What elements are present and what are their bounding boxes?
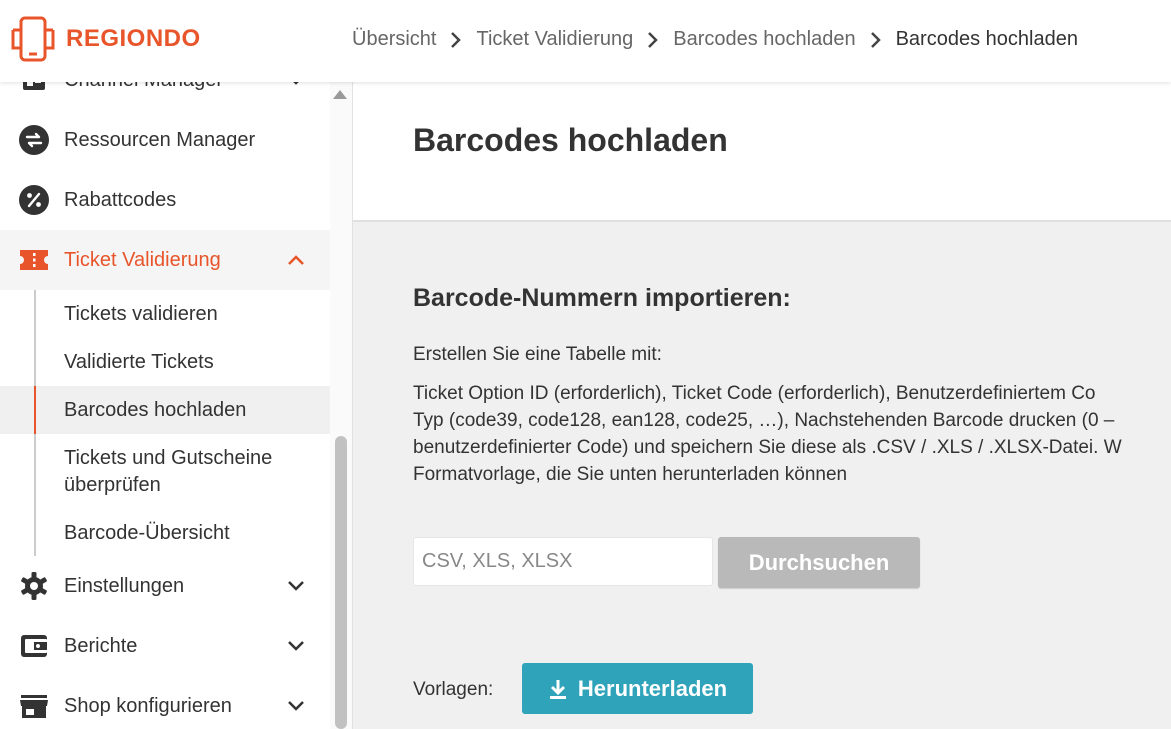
top-header: REGIONDO Übersicht Ticket Validierung Ba… [0,0,1171,82]
phone-logo-icon [11,16,55,62]
chevron-down-icon[interactable] [284,574,308,598]
breadcrumb-current: Barcodes hochladen [895,28,1078,50]
gear-icon [18,570,50,602]
page-title: Barcodes hochladen [413,122,728,158]
sidebar-item-label: Einstellungen [64,574,185,597]
regiondo-logo[interactable]: REGIONDO [8,14,201,64]
sidebar-item-shop-konfigurieren[interactable]: Shop konfigurieren [0,676,330,729]
sidebar-item-channel-manager[interactable]: Channel Manager [0,82,330,110]
main-content: Barcodes hochladen Barcode-Nummern impor… [352,82,1171,729]
breadcrumb: Übersicht Ticket Validierung Barcodes ho… [352,28,1078,51]
description-line: Formatvorlage, die Sie unten herunterlad… [413,464,848,485]
ticket-icon [18,244,50,276]
breadcrumb-ticket-validierung[interactable]: Ticket Validierung [476,28,633,51]
subitem-barcode-uebersicht[interactable]: Barcode-Übersicht [0,510,330,556]
subitem-tickets-validieren[interactable]: Tickets validieren [0,290,330,338]
download-button[interactable]: Herunterladen [522,663,753,714]
description-line: benutzerdefinierter Code) und speichern … [413,437,1122,458]
browse-button[interactable]: Durchsuchen [718,537,920,588]
chevron-down-icon[interactable] [284,634,308,658]
sidebar-item-label: Ticket Validierung [64,248,221,271]
download-icon [549,679,566,699]
sidebar-item-label: Ressourcen Manager [64,128,256,151]
breadcrumb-overview[interactable]: Übersicht [352,28,436,51]
description-line: Ticket Option ID (erforderlich), Ticket … [413,383,1096,404]
subitem-barcodes-hochladen[interactable]: Barcodes hochladen [0,386,330,434]
sidebar-item-label: Rabattcodes [64,188,177,211]
subitem-label: Tickets und Gutscheine überprüfen [64,447,273,496]
sidebar-item-einstellungen[interactable]: Einstellungen [0,556,330,616]
channel-manager-icon [18,82,50,96]
subitem-label: Validierte Tickets [64,350,214,373]
section-title: Barcode-Nummern importieren: [413,284,791,312]
sidebar-item-label: Shop konfigurieren [64,694,232,717]
swap-icon [18,124,50,156]
sidebar: Channel Manager Ressourcen Manager Rabat… [0,82,330,729]
intro-text: Erstellen Sie eine Tabelle mit: [413,344,662,365]
active-indicator [34,386,36,434]
sidebar-item-rabattcodes[interactable]: Rabattcodes [0,170,330,230]
breadcrumb-barcodes-hochladen[interactable]: Barcodes hochladen [673,28,855,51]
subitem-label: Tickets validieren [64,302,218,325]
scroll-up-arrow-icon[interactable] [333,90,347,99]
sidebar-item-berichte[interactable]: Berichte [0,616,330,676]
logo-text: REGIONDO [66,25,201,52]
page-header: Barcodes hochladen [353,82,1171,222]
file-input[interactable] [413,537,713,586]
sidebar-item-label: Berichte [64,634,138,657]
chevron-down-icon[interactable] [284,82,308,92]
download-label: Herunterladen [577,675,728,701]
store-icon [18,690,50,722]
chevron-right-icon [870,31,882,49]
percent-icon [18,184,50,216]
wallet-icon [18,630,50,662]
chevron-right-icon [647,31,659,49]
subitem-validierte-tickets[interactable]: Validierte Tickets [0,338,330,386]
description-text: Ticket Option ID (erforderlich), Ticket … [413,380,1171,488]
sidebar-item-label: Channel Manager [64,82,223,92]
chevron-up-icon[interactable] [284,248,308,272]
subitem-tickets-gutscheine-pruefen[interactable]: Tickets und Gutscheine überprüfen [0,434,300,510]
description-line: Typ (code39, code128, ean128, code25, …)… [413,410,1115,431]
chevron-down-icon[interactable] [284,694,308,718]
subitem-label: Barcodes hochladen [64,398,247,421]
subitem-label: Barcode-Übersicht [64,521,230,544]
templates-label: Vorlagen: [413,679,494,700]
sidebar-item-ticket-validierung[interactable]: Ticket Validierung [0,230,330,290]
sidebar-item-ressourcen-manager[interactable]: Ressourcen Manager [0,110,330,170]
chevron-right-icon [450,31,462,49]
scrollbar-thumb[interactable] [335,436,347,729]
